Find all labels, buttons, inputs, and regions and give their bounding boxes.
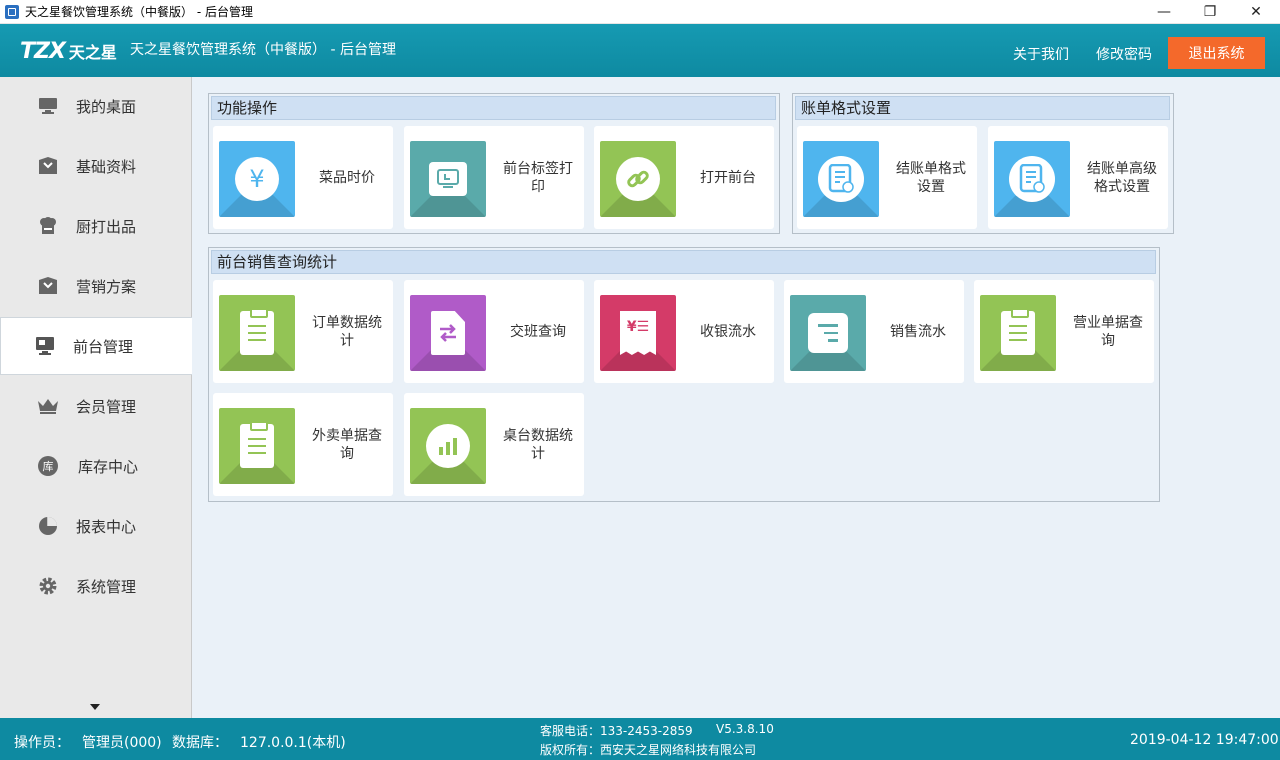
sidebar-item-front-desk[interactable]: 前台管理: [0, 317, 192, 375]
panel-title: 前台销售查询统计: [211, 250, 1156, 274]
chef-hat-icon: [37, 215, 59, 237]
tile-business-bill-query[interactable]: 营业单据查询: [974, 280, 1154, 383]
warehouse-glyph: 库: [38, 456, 58, 476]
tile-label: 销售流水: [890, 323, 946, 340]
database-value: 127.0.0.1(本机): [240, 735, 346, 751]
tile-sales-flow[interactable]: 销售流水: [784, 280, 964, 383]
window-title: 天之星餐饮管理系统（中餐版） - 后台管理: [25, 5, 253, 19]
pie-chart-icon: [37, 515, 59, 537]
app-header: TZX 天之星 天之星餐饮管理系统（中餐版） - 后台管理 关于我们 修改密码 …: [0, 24, 1280, 77]
close-button[interactable]: ✕: [1233, 0, 1279, 24]
tile-order-stats[interactable]: 订单数据统计: [213, 280, 393, 383]
panel-title: 功能操作: [211, 96, 776, 120]
sidebar-item-label: 前台管理: [73, 337, 134, 356]
version-label: V5.3.8.10: [716, 722, 774, 736]
copyright-text: 版权所有：西安天之星网络科技有限公司: [540, 743, 757, 757]
tile-label: 外卖单据查询: [312, 427, 382, 462]
about-link[interactable]: 关于我们: [1013, 44, 1069, 64]
sidebar-item-my-desktop[interactable]: 我的桌面: [0, 77, 191, 135]
tile-label-print[interactable]: 前台标签打印: [404, 126, 584, 229]
sales-stats-panel: 前台销售查询统计 订单数据统计 交班查询 ¥☰ 收银流水 销售流水 营业单据查询…: [208, 247, 1160, 502]
link-icon: [600, 141, 676, 217]
crown-icon: [37, 395, 59, 417]
status-bar: 操作员： 管理员(000) 数据库： 127.0.0.1(本机) 客服电话：13…: [0, 718, 1280, 760]
bill-format-panel: 账单格式设置 结账单格式设置 结账单高级格式设置: [792, 93, 1174, 234]
tile-takeout-bill-query[interactable]: 外卖单据查询: [213, 393, 393, 496]
warehouse-icon: 库: [37, 455, 59, 477]
logout-button[interactable]: 退出系统: [1168, 37, 1265, 69]
window-titlebar: 天之星餐饮管理系统（中餐版） - 后台管理 — ❐ ✕: [0, 0, 1280, 24]
box-icon: [37, 155, 59, 177]
tile-open-frontdesk[interactable]: 打开前台: [594, 126, 774, 229]
datetime-display: 2019-04-12 19:47:00: [1130, 732, 1279, 748]
tile-label: 结账单高级格式设置: [1087, 160, 1157, 195]
change-password-link[interactable]: 修改密码: [1096, 44, 1152, 64]
bar-chart-icon: [410, 408, 486, 484]
desktop-icon: [37, 95, 59, 117]
sidebar-item-label: 厨打出品: [76, 217, 137, 236]
logo-text: 天之星: [68, 43, 117, 62]
tile-label: 打开前台: [700, 169, 756, 186]
list-icon: [790, 295, 866, 371]
tile-label: 订单数据统计: [312, 314, 382, 349]
sidebar-item-label: 报表中心: [76, 517, 137, 536]
maximize-button[interactable]: ❐: [1187, 0, 1233, 24]
logo-mark: TZX: [20, 38, 66, 64]
sidebar-item-label: 系统管理: [76, 577, 137, 596]
sidebar-item-kitchen-print[interactable]: 厨打出品: [0, 197, 191, 255]
tile-table-stats[interactable]: 桌台数据统计: [404, 393, 584, 496]
receipt-icon: ¥☰: [600, 295, 676, 371]
sidebar-item-label: 库存中心: [78, 457, 139, 476]
operator-label: 操作员：: [14, 735, 70, 751]
system-title: 天之星餐饮管理系统（中餐版） - 后台管理: [130, 42, 396, 58]
scroll-down-arrow[interactable]: [90, 704, 100, 710]
sidebar-item-basic-data[interactable]: 基础资料: [0, 137, 191, 195]
bill-advanced-icon: [994, 141, 1070, 217]
app-icon: [5, 4, 19, 19]
sidebar-item-system[interactable]: 系统管理: [0, 557, 191, 615]
gear-icon: [37, 575, 59, 597]
clipboard-icon: [980, 295, 1056, 371]
tile-label: 营业单据查询: [1073, 314, 1143, 349]
database-label: 数据库：: [172, 735, 228, 751]
sidebar-item-members[interactable]: 会员管理: [0, 377, 191, 435]
minimize-button[interactable]: —: [1141, 0, 1187, 24]
panel-title: 账单格式设置: [795, 96, 1170, 120]
sidebar-item-label: 营销方案: [76, 277, 137, 296]
yen-coin-icon: ¥: [219, 141, 295, 217]
tile-label: 结账单格式设置: [896, 160, 966, 195]
sidebar-item-marketing[interactable]: 营销方案: [0, 257, 191, 315]
tile-cashier-flow[interactable]: ¥☰ 收银流水: [594, 280, 774, 383]
service-phone: 客服电话：133-2453-2859: [540, 724, 693, 738]
tile-label: 收银流水: [700, 323, 756, 340]
tile-label: 交班查询: [510, 323, 566, 340]
monitor-icon: [34, 335, 56, 357]
tile-label: 前台标签打印: [503, 160, 573, 195]
tile-label: 桌台数据统计: [503, 427, 573, 462]
tile-bill-advanced-format[interactable]: 结账单高级格式设置: [988, 126, 1168, 229]
brand-logo: TZX 天之星: [20, 36, 117, 66]
operator-value: 管理员(000): [82, 735, 162, 751]
tile-label: 菜品时价: [319, 169, 375, 186]
bill-format-icon: [803, 141, 879, 217]
tile-bill-format[interactable]: 结账单格式设置: [797, 126, 977, 229]
shift-exchange-icon: [410, 295, 486, 371]
box-icon: [37, 275, 59, 297]
sidebar-item-reports[interactable]: 报表中心: [0, 497, 191, 555]
sidebar-item-label: 我的桌面: [76, 97, 137, 116]
sidebar-item-inventory[interactable]: 库 库存中心: [0, 437, 191, 495]
label-print-icon: [410, 141, 486, 217]
clipboard-icon: [219, 408, 295, 484]
sidebar-item-label: 会员管理: [76, 397, 137, 416]
sidebar-nav: 我的桌面 基础资料 厨打出品 营销方案 前台管理 会员管理 库 库存中心 报表中…: [0, 77, 192, 718]
tile-shift-query[interactable]: 交班查询: [404, 280, 584, 383]
clipboard-icon: [219, 295, 295, 371]
function-panel: 功能操作 ¥ 菜品时价 前台标签打印 打开前台: [208, 93, 780, 234]
tile-dish-price[interactable]: ¥ 菜品时价: [213, 126, 393, 229]
sidebar-item-label: 基础资料: [76, 157, 137, 176]
